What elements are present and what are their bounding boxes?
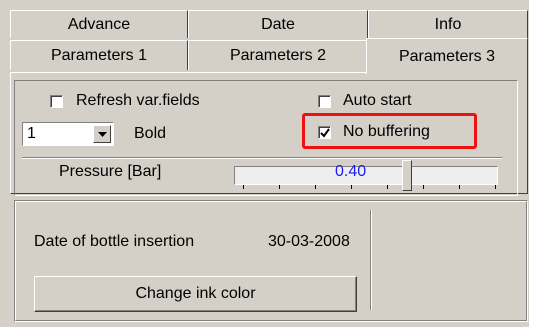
slider-tick (279, 185, 280, 189)
tab-parameters-3[interactable]: Parameters 3 (366, 38, 528, 74)
vertical-divider (370, 210, 372, 310)
no-buffering-checkbox[interactable] (318, 126, 331, 139)
tab-advance[interactable]: Advance (10, 10, 188, 38)
font-size-select[interactable]: 1 (22, 122, 114, 146)
slider-tick (387, 185, 388, 189)
slider-tick (459, 185, 460, 189)
refresh-var-fields-checkbox[interactable] (50, 95, 63, 108)
pressure-slider-thumb[interactable] (402, 160, 412, 191)
auto-start-label: Auto start (343, 92, 412, 109)
slider-tick (423, 185, 424, 189)
refresh-var-fields-label: Refresh var.fields (76, 92, 200, 109)
pressure-value: 0.40 (335, 163, 367, 180)
slider-tick (243, 185, 244, 189)
pressure-label: Pressure [Bar] (59, 163, 162, 180)
tab-date[interactable]: Date (188, 10, 368, 38)
tab-info[interactable]: Info (368, 10, 528, 38)
bottle-insertion-label: Date of bottle insertion (34, 233, 195, 250)
no-buffering-label: No buffering (343, 123, 430, 140)
bottle-insertion-date: 30-03-2008 (268, 233, 350, 250)
change-ink-color-button[interactable]: Change ink color (34, 276, 357, 312)
slider-tick (495, 185, 496, 189)
bold-label: Bold (134, 125, 167, 142)
separator (22, 157, 502, 159)
slider-tick (351, 185, 352, 189)
auto-start-checkbox[interactable] (318, 95, 331, 108)
chevron-down-icon[interactable] (93, 125, 111, 143)
font-size-value: 1 (27, 125, 36, 142)
slider-tick (315, 185, 316, 189)
tab-parameters-1[interactable]: Parameters 1 (10, 40, 188, 70)
tab-parameters-2[interactable]: Parameters 2 (188, 40, 368, 70)
checkmark-icon (320, 128, 330, 138)
